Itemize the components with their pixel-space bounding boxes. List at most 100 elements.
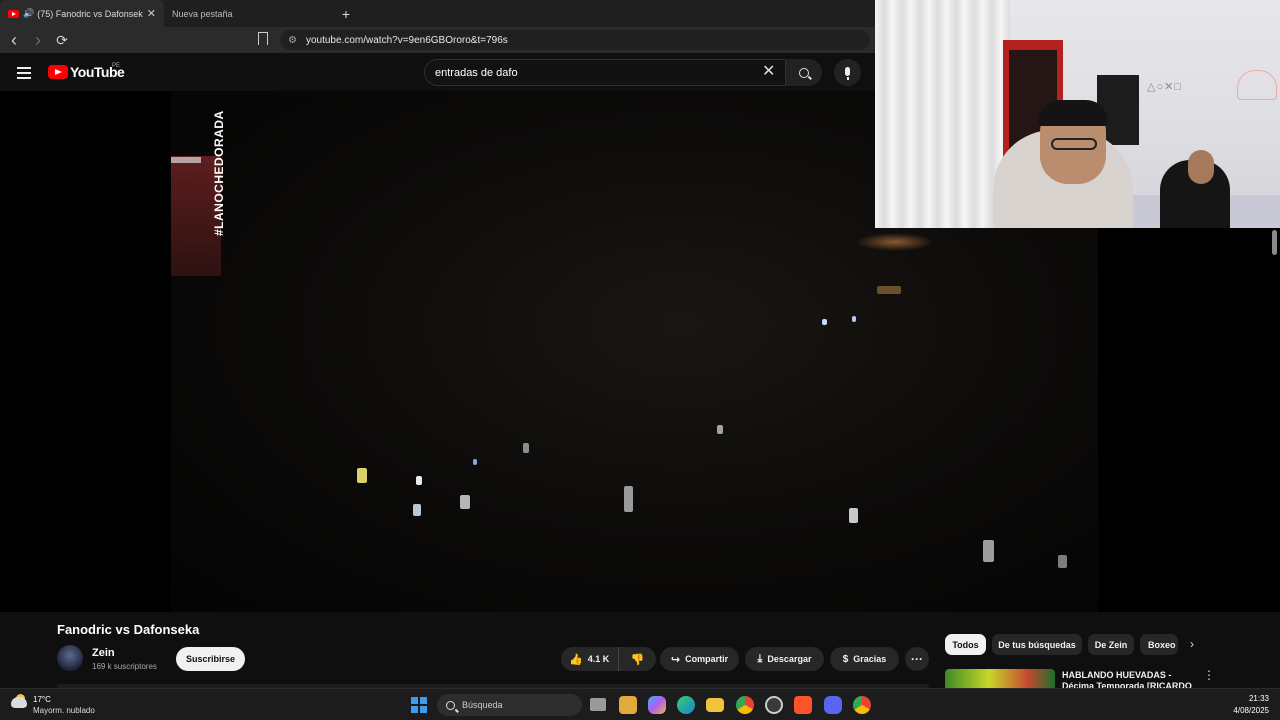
- chip-boxing[interactable]: Boxeo: [1140, 634, 1178, 655]
- subscriber-count: 169 k suscriptores: [92, 662, 157, 671]
- brave-icon[interactable]: [794, 696, 812, 714]
- streamer-hair: [1038, 100, 1108, 126]
- screen: 🔊 (75) Fanodric vs Dafonseka - Y ✕ Nueva…: [0, 0, 1280, 720]
- chip-from-channel[interactable]: De Zein: [1088, 634, 1134, 655]
- phone-light: [357, 468, 367, 483]
- more-actions-button[interactable]: ···: [905, 647, 929, 671]
- thanks-label: Gracias: [853, 654, 887, 664]
- video-title: Fanodric vs Dafonseka: [57, 622, 200, 637]
- thumbs-up-icon: 👍: [569, 653, 583, 666]
- tab-title: Nueva pestaña: [172, 8, 233, 19]
- browser-tab-strip: 🔊 (75) Fanodric vs Dafonseka - Y ✕ Nueva…: [0, 0, 875, 27]
- curtain: [875, 0, 1010, 228]
- download-button[interactable]: ⤓ Descargar: [745, 647, 824, 671]
- url-text: youtube.com/watch?v=9en6GBOroro&t=796s: [305, 34, 508, 46]
- edge-icon[interactable]: [677, 696, 695, 714]
- second-person-head: [1188, 150, 1214, 184]
- app-icon[interactable]: [765, 696, 783, 714]
- super-thanks-icon: $: [842, 653, 849, 665]
- menu-icon[interactable]: [17, 67, 31, 82]
- phone-light: [877, 286, 901, 294]
- back-button[interactable]: ‹: [4, 30, 24, 51]
- download-label: Descargar: [767, 654, 812, 664]
- voice-search-button[interactable]: [834, 59, 861, 86]
- phone-light: [523, 443, 529, 453]
- tab-close-icon[interactable]: ✕: [147, 7, 156, 20]
- weather-description: Mayorm. nublado: [33, 706, 95, 715]
- phone-light: [717, 425, 723, 434]
- share-button[interactable]: ↪ Compartir: [660, 647, 739, 671]
- youtube-masthead: YouTube PE entradas de dafo ✕: [0, 53, 875, 91]
- tab-new-tab[interactable]: Nueva pestaña: [164, 0, 330, 27]
- playstation-sign: △○✕□: [1147, 81, 1182, 93]
- subscribe-button[interactable]: Suscribirse: [176, 647, 245, 671]
- phone-light: [460, 495, 470, 509]
- new-tab-button[interactable]: +: [336, 0, 356, 27]
- phone-light: [983, 540, 994, 562]
- phone-light: [849, 508, 858, 523]
- kebab-menu-icon[interactable]: ⋮: [1203, 668, 1215, 682]
- taskbar-search[interactable]: Búsqueda: [437, 694, 582, 716]
- dislike-button[interactable]: 👎: [619, 653, 656, 666]
- chevron-right-icon[interactable]: ›: [1190, 637, 1194, 651]
- clock-date[interactable]: 4/08/2025: [1220, 706, 1269, 715]
- download-icon: ⤓: [757, 652, 763, 665]
- clear-search-icon[interactable]: ✕: [762, 61, 775, 81]
- site-info-icon[interactable]: ⚙: [288, 35, 297, 46]
- channel-name[interactable]: Zein: [92, 647, 115, 659]
- taskbar-search-placeholder: Búsqueda: [462, 700, 503, 710]
- like-button[interactable]: 👍 4.1 K: [561, 647, 619, 671]
- phone-light: [413, 504, 421, 516]
- cloud-icon[interactable]: [11, 697, 27, 708]
- task-view-icon[interactable]: [590, 698, 606, 711]
- youtube-play-icon: [48, 65, 68, 79]
- stage-glow: [856, 233, 934, 251]
- stage-light-strip: [171, 157, 201, 163]
- reload-button[interactable]: ⟳: [52, 32, 72, 49]
- chip-from-searches[interactable]: De tus búsquedas: [992, 634, 1082, 655]
- share-icon: ↪: [670, 653, 681, 666]
- clock-time[interactable]: 21:33: [1225, 694, 1269, 703]
- forward-button[interactable]: ›: [28, 30, 48, 51]
- tab-title: (75) Fanodric vs Dafonseka - Y: [37, 8, 143, 19]
- chrome-icon[interactable]: [736, 696, 754, 714]
- webcam-overlay: △○✕□: [875, 0, 1280, 228]
- copilot-icon[interactable]: [648, 696, 666, 714]
- youtube-favicon-icon: [8, 9, 19, 18]
- video-info-section: Fanodric vs Dafonseka Zein 169 k suscrip…: [0, 612, 1280, 691]
- phone-light: [473, 459, 477, 465]
- temperature: 17°C: [33, 695, 51, 704]
- search-query: entradas de dafo: [435, 66, 518, 79]
- neon-burger-lamp: [1237, 70, 1277, 100]
- phone-light: [416, 476, 422, 485]
- windows-start-icon[interactable]: [411, 697, 427, 713]
- search-button[interactable]: [786, 59, 822, 86]
- file-explorer-icon[interactable]: [706, 698, 724, 712]
- address-bar[interactable]: ⚙ youtube.com/watch?v=9en6GBOroro&t=796s: [280, 30, 870, 50]
- like-dislike-group: 👍 4.1 K 👎: [561, 647, 656, 671]
- recommendation-title[interactable]: HABLANDO HUEVADAS -: [1062, 669, 1192, 681]
- recommendation-thumbnail[interactable]: [945, 669, 1055, 688]
- phone-light: [1058, 555, 1067, 568]
- channel-avatar[interactable]: [57, 645, 83, 671]
- tab-youtube-video[interactable]: 🔊 (75) Fanodric vs Dafonseka - Y ✕: [0, 0, 164, 27]
- page-scrollbar-thumb[interactable]: [1272, 230, 1277, 255]
- country-code: PE: [112, 63, 121, 69]
- windows-taskbar: 17°C Mayorm. nublado Búsqueda 21:33 4/08…: [0, 688, 1280, 720]
- video-overlay-hashtag: #LANOCHEDORADA: [212, 110, 226, 236]
- chip-all[interactable]: Todos: [945, 634, 986, 655]
- speaker-icon: 🔊: [23, 8, 35, 18]
- bookmark-icon[interactable]: [258, 32, 268, 45]
- thanks-button[interactable]: $ Gracias: [830, 647, 899, 671]
- thumbs-down-icon: 👎: [630, 653, 645, 666]
- search-icon: [799, 67, 809, 78]
- store-icon[interactable]: [619, 696, 637, 714]
- like-count: 4.1 K: [587, 654, 610, 664]
- discord-icon[interactable]: [824, 696, 842, 714]
- phone-light: [822, 319, 827, 325]
- chrome-profile-icon[interactable]: [853, 696, 871, 714]
- microphone-icon: [845, 67, 850, 80]
- phone-light: [852, 316, 856, 322]
- search-input[interactable]: entradas de dafo: [424, 59, 786, 86]
- share-label: Compartir: [685, 654, 729, 664]
